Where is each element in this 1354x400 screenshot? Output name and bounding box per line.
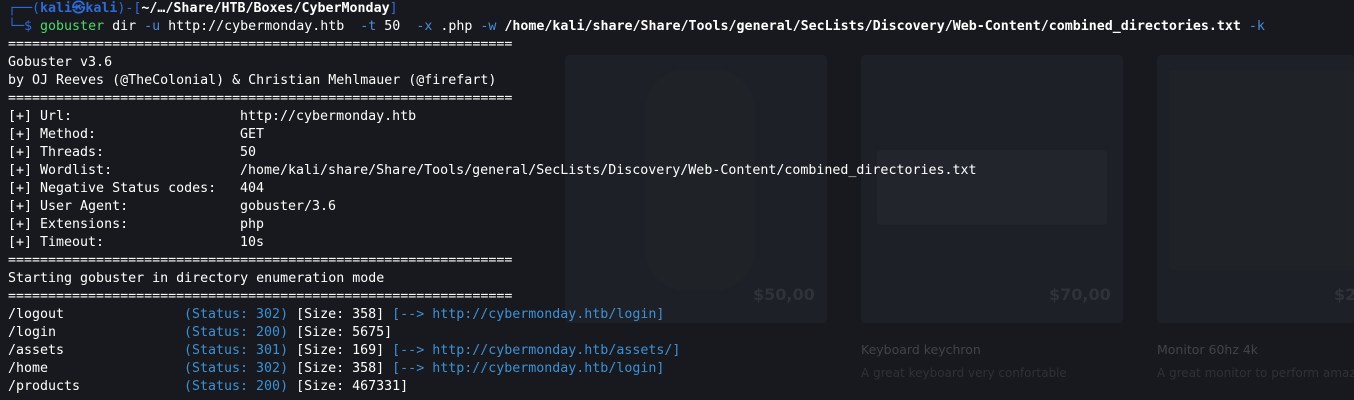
prompt-user-host: kali㉿kali — [40, 1, 118, 16]
result-path: /login — [8, 325, 57, 340]
command-arg: -k — [1248, 19, 1265, 34]
result-row: /products (Status: 200) [Size: 467331] — [8, 378, 1354, 396]
separator: ========================================… — [8, 289, 513, 304]
result-size: [Size: 358] — [296, 307, 385, 322]
config-key: [+] User Agent: — [8, 199, 129, 214]
prompt-frame: ┌──( — [8, 1, 41, 16]
prompt-line-top: ┌──(kali㉿kali)-[~/…/Share/HTB/Boxes/Cybe… — [8, 0, 1354, 18]
terminal-window[interactable]: $50,00 $70,00 $2 Keyboard keychron Monit… — [0, 0, 1354, 400]
mode-line: Starting gobuster in directory enumerati… — [8, 271, 385, 286]
command-arg: -w — [480, 19, 497, 34]
banner-authors: by OJ Reeves (@TheColonial) & Christian … — [8, 73, 497, 88]
command-line[interactable]: └─$ gobuster dir -u http://cybermonday.h… — [8, 18, 1354, 36]
command-args: dir -u http://cybermonday.htb -t 50 -x .… — [104, 19, 1265, 34]
result-status: (Status: 200) — [184, 325, 289, 340]
config-row: [+] Negative Status codes: 404 — [8, 180, 1354, 198]
command-arg: /home/kali/share/Share/Tools/general/Sec… — [496, 19, 1249, 34]
result-status: (Status: 301) — [184, 343, 289, 358]
command-name: gobuster — [40, 19, 105, 34]
config-key: [+] Threads: — [8, 145, 105, 160]
config-row: [+] Timeout: 10s — [8, 234, 1354, 252]
prompt-frame: ] — [389, 1, 398, 16]
prompt-symbol: └─$ — [8, 19, 41, 34]
result-redirect: [--> http://cybermonday.htb/login] — [392, 307, 665, 322]
command-arg: -x — [416, 19, 433, 34]
result-size: [Size: 5675] — [296, 325, 393, 340]
config-key: [+] Wordlist: — [8, 163, 113, 178]
config-value: 404 — [240, 181, 265, 196]
config-row: [+] Method: GET — [8, 126, 1354, 144]
prompt-frame: )-[ — [117, 1, 142, 16]
banner-version: Gobuster v3.6 — [8, 55, 113, 70]
config-value: http://cybermonday.htb — [240, 109, 417, 124]
config-value: 10s — [240, 235, 265, 250]
config-value: gobuster/3.6 — [240, 199, 337, 214]
command-arg: -t — [360, 19, 377, 34]
separator: ========================================… — [8, 91, 513, 106]
command-arg: -u — [144, 19, 161, 34]
result-size: [Size: 467331] — [296, 379, 409, 394]
command-arg: 50 — [376, 19, 417, 34]
result-redirect: [--> http://cybermonday.htb/assets/] — [392, 343, 681, 358]
result-path: /products — [8, 379, 81, 394]
result-redirect: [--> http://cybermonday.htb/login] — [392, 361, 665, 376]
config-key: [+] Method: — [8, 127, 97, 142]
config-row: [+] User Agent: gobuster/3.6 — [8, 198, 1354, 216]
config-value: /home/kali/share/Share/Tools/general/Sec… — [240, 163, 977, 178]
command-arg: http://cybermonday.htb — [160, 19, 361, 34]
config-row: [+] Wordlist: /home/kali/share/Share/Tool… — [8, 162, 1354, 180]
separator: ========================================… — [8, 37, 513, 52]
result-row: /assets (Status: 301) [Size: 169] [--> ht… — [8, 342, 1354, 360]
config-value: GET — [240, 127, 265, 142]
result-row: /logout (Status: 302) [Size: 358] [--> ht… — [8, 306, 1354, 324]
result-size: [Size: 358] — [296, 361, 385, 376]
config-value: php — [240, 217, 265, 232]
config-key: [+] Extensions: — [8, 217, 129, 232]
config-row: [+] Extensions: php — [8, 216, 1354, 234]
command-arg: .php — [432, 19, 481, 34]
config-row: [+] Url: http://cybermonday.htb — [8, 108, 1354, 126]
result-row: /home (Status: 302) [Size: 358] [--> http… — [8, 360, 1354, 378]
prompt-cwd: ~/…/Share/HTB/Boxes/CyberMonday — [141, 1, 390, 16]
config-key: [+] Url: — [8, 109, 73, 124]
result-status: (Status: 302) — [184, 361, 289, 376]
separator: ========================================… — [8, 253, 513, 268]
config-value: 50 — [240, 145, 257, 160]
result-status: (Status: 200) — [184, 379, 289, 394]
result-path: /home — [8, 361, 49, 376]
result-status: (Status: 302) — [184, 307, 289, 322]
command-arg: dir — [104, 19, 145, 34]
result-path: /assets — [8, 343, 65, 358]
config-key: [+] Negative Status codes: — [8, 181, 217, 196]
result-size: [Size: 169] — [296, 343, 385, 358]
config-row: [+] Threads: 50 — [8, 144, 1354, 162]
result-path: /logout — [8, 307, 65, 322]
result-row: /login (Status: 200) [Size: 5675] — [8, 324, 1354, 342]
config-key: [+] Timeout: — [8, 235, 105, 250]
terminal-output: ┌──(kali㉿kali)-[~/…/Share/HTB/Boxes/Cybe… — [8, 0, 1354, 396]
